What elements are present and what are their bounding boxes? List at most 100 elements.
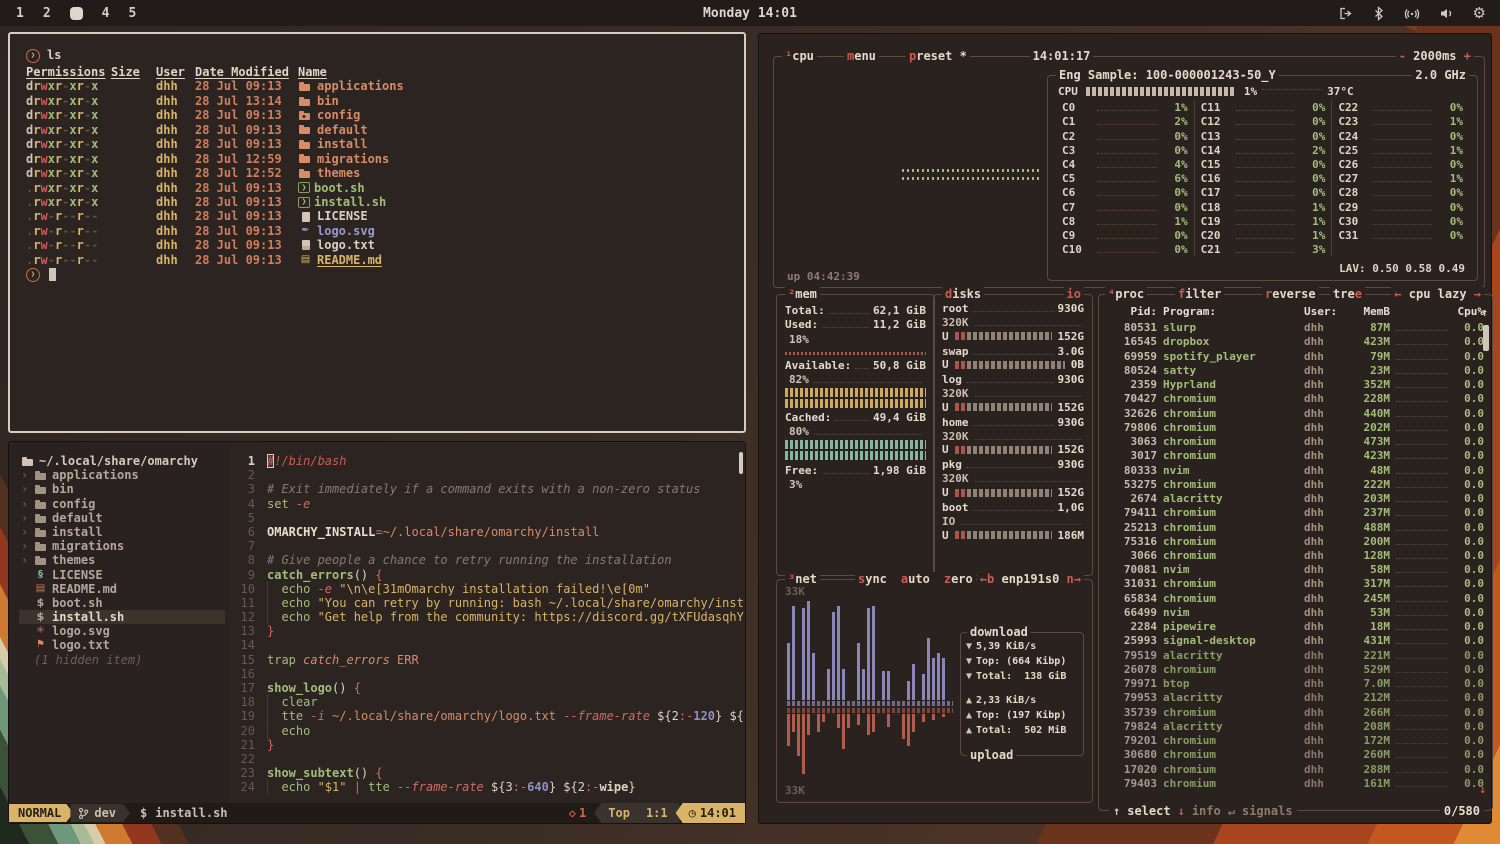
sort-column-switcher[interactable]: ← cpu lazy → bbox=[1391, 287, 1484, 301]
process-row[interactable]: 80531 slurp dhh 87M 0.0 bbox=[1107, 320, 1484, 334]
process-row[interactable]: 31031 chromium dhh 317M 0.0 bbox=[1107, 576, 1484, 590]
tree-dir-item[interactable]: › themes bbox=[19, 553, 229, 567]
process-row[interactable]: 25993 signal-desktop dhh 431M 0.0 bbox=[1107, 633, 1484, 647]
core-row: C130% bbox=[1201, 128, 1326, 142]
process-row[interactable]: 32626 chromium dhh 440M 0.0 bbox=[1107, 405, 1484, 419]
tree-file-item[interactable]: LICENSE bbox=[19, 568, 229, 582]
logout-icon[interactable] bbox=[1338, 6, 1353, 21]
workspace-button[interactable]: 3 bbox=[70, 7, 83, 20]
process-row[interactable]: 80524 satty dhh 23M 0.0 bbox=[1107, 363, 1484, 377]
code-line: 8# Give people a chance to retry running… bbox=[229, 553, 745, 567]
proc-table-header[interactable]: Pid: Program: User: MemB Cpu% bbox=[1107, 305, 1484, 320]
process-row[interactable]: 79519 alacritty dhh 221M 0.0 bbox=[1107, 647, 1484, 661]
process-row[interactable]: 16545 dropbox dhh 423M 0.0 bbox=[1107, 334, 1484, 348]
refresh-interval[interactable]: - 2000ms + bbox=[1396, 49, 1474, 63]
file-row: drwxr-xr-x dhh 28 Jul 09:13 install bbox=[26, 137, 744, 151]
tree-button[interactable]: tree bbox=[1330, 287, 1365, 301]
process-row[interactable]: 75316 chromium dhh 200M 0.0 bbox=[1107, 534, 1484, 548]
tree-root[interactable]: ~/.local/share/omarchy bbox=[19, 454, 229, 468]
core-row: C310% bbox=[1338, 228, 1463, 242]
tree-file-item[interactable]: logo.svg bbox=[19, 624, 229, 638]
process-row[interactable]: 79806 chromium dhh 202M 0.0 bbox=[1107, 420, 1484, 434]
io-mode-button[interactable]: io bbox=[1064, 287, 1084, 301]
network-icon[interactable] bbox=[1404, 6, 1420, 21]
tree-dir-item[interactable]: › migrations bbox=[19, 539, 229, 553]
scroll-down-icon[interactable]: ↓ bbox=[1479, 783, 1486, 796]
workspace-button[interactable]: 5 bbox=[128, 6, 136, 21]
tree-dir-item[interactable]: › applications bbox=[19, 468, 229, 482]
tree-file-item[interactable]: boot.sh bbox=[19, 596, 229, 610]
net-interface-switcher[interactable]: ←b enp191s0 n→ bbox=[977, 572, 1084, 586]
menu-button[interactable]: menu bbox=[844, 49, 879, 63]
disks-box-title: disks bbox=[942, 287, 984, 301]
tree-file-item[interactable]: logo.txt bbox=[19, 638, 229, 652]
process-row[interactable]: 3017 chromium dhh 423M 0.0 bbox=[1107, 448, 1484, 462]
process-row[interactable]: 2674 alacritty dhh 203M 0.0 bbox=[1107, 491, 1484, 505]
process-row[interactable]: 17020 chromium dhh 288M 0.0 bbox=[1107, 761, 1484, 775]
process-row[interactable]: 70427 chromium dhh 228M 0.0 bbox=[1107, 391, 1484, 405]
process-row[interactable]: 35739 chromium dhh 266M 0.0 bbox=[1107, 704, 1484, 718]
process-row[interactable]: 3063 chromium dhh 473M 0.0 bbox=[1107, 434, 1484, 448]
cursor-position-segment: Top 1:1 bbox=[594, 803, 679, 823]
terminal-window[interactable]: ❯ ls PermissionsSizeUserDate ModifiedNam… bbox=[8, 32, 746, 433]
process-cpu: 0.0 bbox=[1454, 734, 1484, 747]
prompt-icon: ❯ bbox=[26, 49, 40, 63]
core-row: C56% bbox=[1062, 171, 1188, 185]
process-row[interactable]: 2284 pipewire dhh 18M 0.0 bbox=[1107, 619, 1484, 633]
prompt-line-empty[interactable]: ❯ bbox=[26, 267, 744, 282]
settings-icon[interactable]: ⚙ bbox=[1473, 6, 1486, 21]
process-pid: 69959 bbox=[1107, 350, 1157, 363]
process-row[interactable]: 79953 alacritty dhh 212M 0.0 bbox=[1107, 690, 1484, 704]
btop-window[interactable]: ¹cpu menu preset * 14:01:17 - 2000ms + u… bbox=[758, 33, 1492, 824]
file-date: 28 Jul 09:13 bbox=[195, 238, 289, 252]
tab-count: ◇ 1 bbox=[569, 806, 586, 820]
process-row[interactable]: 79971 btop dhh 7.0M 0.0 bbox=[1107, 676, 1484, 690]
filter-button[interactable]: filter bbox=[1175, 287, 1224, 301]
process-row[interactable]: 2359 Hyprland dhh 352M 0.0 bbox=[1107, 377, 1484, 391]
process-row[interactable]: 3066 chromium dhh 128M 0.0 bbox=[1107, 548, 1484, 562]
code-editor[interactable]: 1#!/bin/bash23# Exit immediately if a co… bbox=[229, 442, 745, 803]
process-row[interactable]: 79824 alacritty dhh 208M 0.0 bbox=[1107, 719, 1484, 733]
file-date: 28 Jul 12:59 bbox=[195, 152, 289, 166]
process-row[interactable]: 53275 chromium dhh 222M 0.0 bbox=[1107, 477, 1484, 491]
process-row[interactable]: 30680 chromium dhh 260M 0.0 bbox=[1107, 747, 1484, 761]
tree-dir-item[interactable]: › default bbox=[19, 511, 229, 525]
process-row[interactable]: 66499 nvim dhh 53M 0.0 bbox=[1107, 605, 1484, 619]
core-row: C81% bbox=[1062, 214, 1188, 228]
process-row[interactable]: 25213 chromium dhh 488M 0.0 bbox=[1107, 519, 1484, 533]
tree-files: LICENSE README.md boot.sh instal bbox=[19, 568, 229, 653]
process-pid: 53275 bbox=[1107, 478, 1157, 491]
workspace-button[interactable]: 4 bbox=[102, 6, 110, 21]
process-row[interactable]: 70081 nvim dhh 58M 0.0 bbox=[1107, 562, 1484, 576]
process-row[interactable]: 26078 chromium dhh 529M 0.0 bbox=[1107, 662, 1484, 676]
disk-entry: pkg930G 320K U152G bbox=[942, 457, 1084, 500]
process-row[interactable]: 79411 chromium dhh 237M 0.0 bbox=[1107, 505, 1484, 519]
process-row[interactable]: 80333 nvim dhh 48M 0.0 bbox=[1107, 462, 1484, 476]
workspace-button[interactable]: 1 bbox=[16, 6, 24, 21]
tree-dir-item[interactable]: › config bbox=[19, 497, 229, 511]
process-row[interactable]: 79201 chromium dhh 172M 0.0 bbox=[1107, 733, 1484, 747]
workspace-button[interactable]: 2 bbox=[43, 6, 51, 21]
net-tab-button[interactable]: sync bbox=[858, 572, 887, 586]
process-pid: 79953 bbox=[1107, 691, 1157, 704]
bluetooth-icon[interactable] bbox=[1372, 6, 1385, 21]
preset-button[interactable]: preset * bbox=[906, 49, 970, 63]
process-row[interactable]: 79403 chromium dhh 161M 0.0 bbox=[1107, 776, 1484, 790]
process-row[interactable]: 69959 spotify_player dhh 79M 0.0 bbox=[1107, 348, 1484, 362]
tree-dir-item[interactable]: › bin bbox=[19, 482, 229, 496]
reverse-button[interactable]: reverse bbox=[1262, 287, 1319, 301]
net-tab-button[interactable]: auto bbox=[901, 572, 930, 586]
tree-file-item[interactable]: README.md bbox=[19, 582, 229, 596]
proc-scrollbar[interactable] bbox=[1483, 325, 1489, 351]
tree-dir-item[interactable]: › install bbox=[19, 525, 229, 539]
folder-icon bbox=[34, 498, 47, 510]
net-tab-button[interactable]: zero bbox=[944, 572, 973, 586]
volume-icon[interactable] bbox=[1439, 6, 1454, 21]
editor-window[interactable]: ~/.local/share/omarchy › applications › … bbox=[8, 441, 746, 824]
editor-scrollbar[interactable] bbox=[739, 452, 743, 474]
tree-file-item[interactable]: install.sh bbox=[19, 610, 225, 624]
core-row: C170% bbox=[1201, 185, 1326, 199]
process-pid: 32626 bbox=[1107, 407, 1157, 420]
process-row[interactable]: 65834 chromium dhh 245M 0.0 bbox=[1107, 590, 1484, 604]
sort-direction-icon[interactable]: ↑ bbox=[1481, 306, 1488, 319]
